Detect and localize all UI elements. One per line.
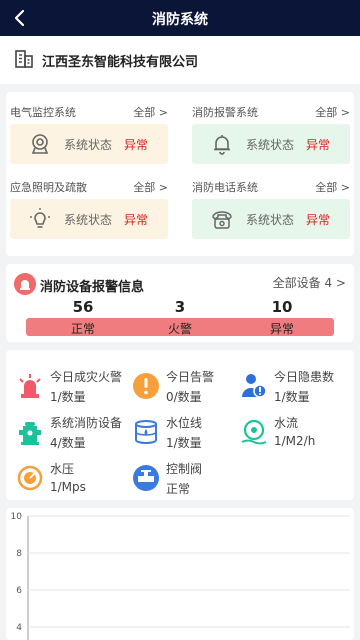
status-label: 系统状态 [246, 138, 295, 152]
system-fire-alarm: 消防报警系统 全部 > 系统状态 异常 [192, 104, 350, 164]
building-icon [15, 50, 33, 68]
stat-value: 1/M2/h [274, 434, 316, 448]
y-tick-label: 4 [16, 623, 22, 633]
stat-water-level[interactable]: 水位线 1/数量 [126, 412, 238, 452]
company-header: 江西圣东智能科技有限公司 [0, 36, 360, 84]
fire-label: 火警 [167, 322, 192, 336]
system-electrical-monitoring: 电气监控系统 全部 > 系统状态 异常 [10, 104, 168, 164]
stat-value: 1/数量 [50, 390, 86, 404]
gauge-icon [17, 465, 43, 491]
system-status-card[interactable]: 系统状态 异常 [10, 199, 168, 239]
stat-value: 正常 [166, 482, 191, 496]
status-value: 异常 [306, 138, 331, 152]
status-label: 系统状态 [64, 138, 113, 152]
view-all-link[interactable]: 全部 > [315, 104, 350, 120]
system-status-card[interactable]: 系统状态 异常 [192, 124, 350, 164]
stat-title: 水位线 [166, 416, 203, 430]
alarm-title: 消防设备报警信息 [40, 280, 145, 295]
system-name: 应急照明及疏散 [10, 181, 87, 194]
system-status-card[interactable]: 系统状态 异常 [192, 199, 350, 239]
stat-water-flow[interactable]: 水流 1/M2/h [234, 412, 346, 452]
status-label: 系统状态 [246, 213, 295, 227]
y-tick-label: 8 [16, 549, 22, 559]
top-bar: 消防系统 [0, 0, 360, 36]
stat-hazards[interactable]: 今日隐患数 1/数量 [234, 366, 346, 406]
chart-canvas: 10 8 6 4 [11, 512, 350, 640]
hydrant-icon [19, 422, 41, 445]
system-name: 电气监控系统 [10, 106, 76, 119]
y-tick-label: 6 [16, 586, 22, 596]
stats-panel: 今日成灾火警 1/数量 今日告警 0/数量 今日隐患数 1/数量 系统消防设备 … [6, 350, 354, 500]
system-name: 消防报警系统 [192, 106, 258, 119]
alarm-label-bar: 正常 火警 异常 [26, 318, 334, 336]
water-flow-icon [241, 419, 267, 445]
stat-title: 系统消防设备 [50, 416, 123, 430]
all-devices-link[interactable]: 全部设备 4 > [273, 274, 346, 291]
stat-title: 水压 [50, 462, 75, 476]
telephone-icon [212, 211, 232, 229]
systems-panel: 电气监控系统 全部 > 系统状态 异常 消防报警系统 全部 > 系统状态 异常 … [6, 92, 354, 256]
stat-title: 今日成灾火警 [50, 370, 123, 384]
y-tick-label: 10 [11, 512, 23, 522]
system-status-card[interactable]: 系统状态 异常 [10, 124, 168, 164]
stat-value: 4/数量 [50, 436, 86, 450]
normal-label: 正常 [70, 322, 95, 336]
stat-value: 1/数量 [166, 436, 202, 450]
status-value: 异常 [306, 213, 331, 227]
abnormal-count: 10 [271, 298, 293, 316]
view-all-link[interactable]: 全部 > [133, 104, 168, 120]
abnormal-label: 异常 [269, 322, 294, 336]
status-value: 异常 [124, 138, 149, 152]
stat-water-pressure[interactable]: 水压 1/Mps [10, 458, 122, 498]
hazard-user-icon [242, 374, 267, 398]
alarm-counts: 56 3 10 [26, 298, 334, 318]
stat-title: 水流 [274, 416, 299, 430]
fire-count: 3 [174, 298, 186, 316]
stat-title: 控制阀 [166, 462, 203, 476]
stat-title: 今日告警 [166, 370, 215, 384]
stat-value: 0/数量 [166, 390, 202, 404]
stat-title: 今日隐患数 [274, 370, 335, 384]
system-fire-telephone: 消防电话系统 全部 > 系统状态 异常 [192, 179, 350, 239]
water-tank-icon [135, 420, 157, 444]
stat-fire-equipment[interactable]: 系统消防设备 4/数量 [10, 412, 122, 452]
trend-chart: 10 8 6 4 [6, 508, 354, 640]
bell-icon [214, 135, 230, 155]
stat-value: 1/数量 [274, 390, 310, 404]
status-value: 异常 [124, 213, 149, 227]
siren-icon [19, 374, 41, 398]
stat-fire-disasters[interactable]: 今日成灾火警 1/数量 [10, 366, 122, 406]
alarm-info-panel: 消防设备报警信息 全部设备 4 > 56 3 10 正常 火警 异常 [6, 264, 354, 342]
alarm-light-icon [14, 273, 36, 295]
view-all-link[interactable]: 全部 > [133, 179, 168, 195]
normal-count: 56 [72, 298, 94, 316]
company-name: 江西圣东智能科技有限公司 [42, 55, 199, 70]
stat-control-valve[interactable]: 控制阀 正常 [126, 458, 238, 498]
lightbulb-icon [30, 208, 50, 228]
camera-icon [31, 134, 49, 154]
valve-icon [133, 465, 159, 491]
stat-value: 1/Mps [50, 480, 86, 494]
warning-icon [133, 373, 159, 399]
system-emergency-lighting: 应急照明及疏散 全部 > 系统状态 异常 [10, 179, 168, 239]
view-all-link[interactable]: 全部 > [315, 179, 350, 195]
page-title: 消防系统 [152, 12, 208, 28]
status-label: 系统状态 [64, 213, 113, 227]
system-name: 消防电话系统 [192, 181, 258, 194]
stat-alarms[interactable]: 今日告警 0/数量 [126, 366, 238, 406]
